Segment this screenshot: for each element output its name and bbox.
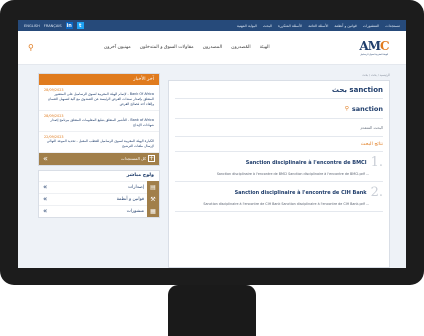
book-icon: ▦ <box>147 205 159 218</box>
results-heading: نتائج البحث <box>175 137 383 152</box>
advanced-search-link[interactable]: البحث المتقدم <box>175 119 383 137</box>
topbar-link[interactable]: البوابة المهنية <box>237 24 257 28</box>
topbar-link[interactable]: مستجدات <box>385 24 400 28</box>
lang-french-link[interactable]: FRANÇAIS <box>44 24 62 28</box>
result-snippet: Sanction disciplinaire à l'encontre de B… <box>216 172 369 176</box>
nav-item[interactable]: المُصدرون <box>231 45 251 50</box>
linkedin-icon[interactable]: in <box>65 22 73 29</box>
top-utility-bar: ENGLISH FRANÇAIS in t البوابة المهنية ال… <box>18 20 406 31</box>
result-number: 1. <box>370 155 383 170</box>
page-content: آخر الأخبار 28/09/2023 Bank Of Africa - … <box>38 73 390 268</box>
double-chevron-left-icon: « <box>43 154 48 164</box>
lang-english-link[interactable]: ENGLISH <box>24 24 40 28</box>
result-number: 2. <box>370 185 383 200</box>
plus-icon: + <box>148 155 155 163</box>
sidebar: آخر الأخبار 28/09/2023 Bank Of Africa - … <box>38 73 160 268</box>
logo-subtitle: الهيئة المغربية لسوق الرساميل <box>359 53 389 56</box>
nav-item[interactable]: مقاولات السوق و المتدخلون <box>140 45 194 50</box>
twitter-icon[interactable]: t <box>76 22 84 29</box>
all-news-label: كل المستجدات <box>120 156 146 162</box>
amc-logo[interactable]: AMC الهيئة المغربية لسوق الرساميل <box>354 36 394 60</box>
quick-access-title: ولوج مباشر <box>126 172 154 178</box>
nav-item[interactable]: مهنيون آخرون <box>104 45 131 50</box>
monitor-stand <box>168 285 256 336</box>
quick-access-item[interactable]: « منشورات ▦ <box>39 204 159 218</box>
logo-accent: C <box>380 39 390 53</box>
nav-item[interactable]: الهيئة <box>260 45 270 50</box>
result-snippet: Sanction disciplinaire à l'encontre de C… <box>203 202 369 206</box>
news-text: Bank Of Africa - لإتمام الهيئة المغربية … <box>47 92 154 106</box>
quick-access-item[interactable]: « إصدارات ▤ <box>39 180 159 194</box>
news-item[interactable]: 22/09/2023 الكبارة الهيئة المغربية لسوق … <box>39 132 159 153</box>
topbar-link[interactable]: قوانين و أنظمة <box>334 24 356 28</box>
topbar-link[interactable]: الأسئلة العامة <box>308 24 328 28</box>
gavel-icon: ⚒ <box>147 193 159 206</box>
news-box-title: آخر الأخبار <box>39 74 159 85</box>
topbar-link[interactable]: البحث <box>263 24 272 28</box>
double-chevron-left-icon: « <box>43 195 48 204</box>
news-text: الكبارة الهيئة المغربية لسوق الرساميل لل… <box>46 138 154 148</box>
search-query-row[interactable]: ⚲ sanction <box>175 99 383 119</box>
topbar-link[interactable]: المنشورات <box>363 24 379 28</box>
news-item[interactable]: 28/09/2023 Bank Of Africa - لإتمام الهيئ… <box>39 85 159 111</box>
site-header: ⚲ الهيئة المُصدرون المصدرون مقاولات السو… <box>18 31 406 65</box>
quick-access-item[interactable]: « قوانين و أنظمة ⚒ <box>39 192 159 206</box>
logo-text: AM <box>359 39 381 53</box>
nav-item[interactable]: المصدرون <box>203 45 223 50</box>
news-text: Bank of Africa - التأشير المتعلق بتبليغ … <box>50 117 154 127</box>
all-news-button[interactable]: « كل المستجدات + <box>39 152 159 165</box>
quick-access-label: منشورات <box>126 208 144 214</box>
search-result[interactable]: Sanction disciplinaire à l'encontre de C… <box>175 182 383 212</box>
result-title[interactable]: Sanction disciplinaire à l'encontre de C… <box>235 190 367 196</box>
quick-access-label: قوانين و أنظمة <box>116 196 144 202</box>
double-chevron-left-icon: « <box>43 207 48 216</box>
quick-access-label: إصدارات <box>128 184 144 190</box>
main-column: الرئيسية / بحث / بحث بحث sanction ⚲ sanc… <box>168 73 390 268</box>
search-icon[interactable]: ⚲ <box>345 106 349 112</box>
page-title: بحث sanction <box>175 81 383 99</box>
search-result[interactable]: Sanction disciplinaire à l'encontre de B… <box>175 152 383 182</box>
browser-screen: ENGLISH FRANÇAIS in t البوابة المهنية ال… <box>18 20 406 268</box>
main-nav: الهيئة المُصدرون المصدرون مقاولات السوق … <box>104 45 270 50</box>
breadcrumb[interactable]: الرئيسية / بحث / بحث <box>168 73 390 80</box>
quick-access-box: ولوج مباشر « إصدارات ▤ « قوانين و أنظمة ⚒ … <box>38 169 160 218</box>
topbar-link[interactable]: الأسئلة المتكررة <box>278 24 302 28</box>
news-item[interactable]: 28/09/2023 Bank of Africa - التأشير المت… <box>39 111 159 132</box>
search-results-card: بحث sanction ⚲ sanction البحث المتقدم نت… <box>168 80 390 268</box>
document-icon: ▤ <box>147 181 159 194</box>
search-query-text[interactable]: sanction <box>352 105 383 113</box>
result-title[interactable]: Sanction disciplinaire à l'encontre de B… <box>246 160 367 166</box>
latest-news-box: آخر الأخبار 28/09/2023 Bank Of Africa - … <box>38 73 160 166</box>
search-icon[interactable]: ⚲ <box>28 43 34 52</box>
double-chevron-left-icon: « <box>43 183 48 192</box>
